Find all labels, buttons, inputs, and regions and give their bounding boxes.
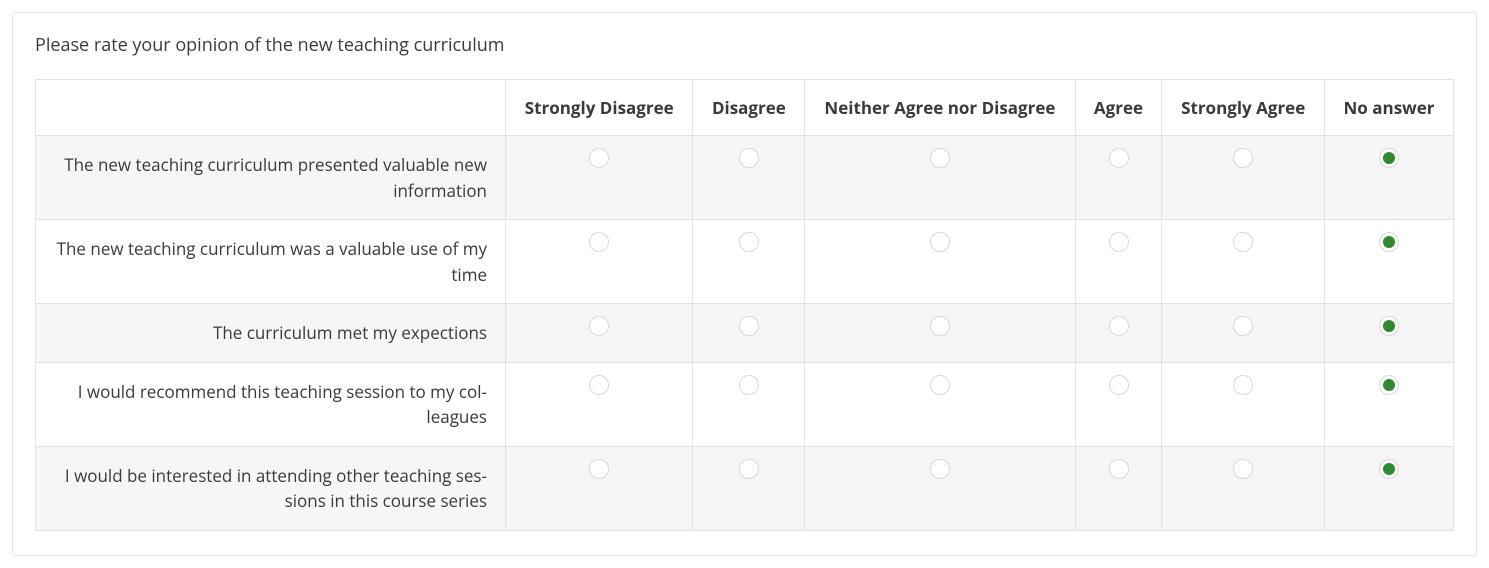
matrix-cell	[1075, 136, 1162, 220]
radio-option[interactable]	[589, 316, 609, 336]
matrix-cell	[1075, 220, 1162, 304]
radio-option[interactable]	[739, 459, 759, 479]
radio-option[interactable]	[589, 232, 609, 252]
radio-option[interactable]	[1233, 148, 1253, 168]
radio-option[interactable]	[739, 375, 759, 395]
radio-option[interactable]	[739, 316, 759, 336]
matrix-row: I would recommend this teaching session …	[36, 362, 1454, 446]
matrix-cell	[693, 446, 805, 530]
radio-option[interactable]	[930, 375, 950, 395]
row-label: The new teaching curriculum was a valuab…	[36, 220, 506, 304]
question-title: Please rate your opinion of the new teac…	[35, 33, 1454, 57]
radio-option[interactable]	[1233, 316, 1253, 336]
matrix-cell	[805, 362, 1075, 446]
matrix-cell	[805, 304, 1075, 363]
radio-option[interactable]	[1109, 459, 1129, 479]
radio-option[interactable]	[1233, 232, 1253, 252]
matrix-row: The curriculum met my expections	[36, 304, 1454, 363]
matrix-cell	[1324, 446, 1453, 530]
radio-option[interactable]	[1109, 148, 1129, 168]
radio-option[interactable]	[930, 316, 950, 336]
matrix-row: The new teaching curriculum was a valuab…	[36, 220, 1454, 304]
radio-option[interactable]	[1233, 459, 1253, 479]
matrix-row: The new teaching curriculum presented va…	[36, 136, 1454, 220]
matrix-cell	[1075, 362, 1162, 446]
radio-option[interactable]	[1233, 375, 1253, 395]
matrix-cell	[805, 446, 1075, 530]
likert-matrix: Strongly Disagree Disagree Neither Agree…	[35, 79, 1454, 531]
matrix-cell	[1162, 362, 1325, 446]
radio-option[interactable]	[1379, 375, 1399, 395]
radio-option[interactable]	[1109, 232, 1129, 252]
matrix-cell	[1162, 136, 1325, 220]
matrix-cell	[1075, 446, 1162, 530]
radio-option[interactable]	[1109, 375, 1129, 395]
row-label: I would be interested in attending other…	[36, 446, 506, 530]
matrix-cell	[1162, 220, 1325, 304]
scale-header-disagree: Disagree	[693, 80, 805, 136]
matrix-row: I would be interested in attending other…	[36, 446, 1454, 530]
radio-option[interactable]	[589, 148, 609, 168]
matrix-cell	[506, 136, 693, 220]
matrix-cell	[506, 304, 693, 363]
radio-option[interactable]	[1379, 232, 1399, 252]
radio-option[interactable]	[589, 459, 609, 479]
radio-option[interactable]	[930, 232, 950, 252]
scale-header-neither: Neither Agree nor Disagree	[805, 80, 1075, 136]
matrix-cell	[1324, 220, 1453, 304]
radio-option[interactable]	[1379, 316, 1399, 336]
matrix-cell	[693, 220, 805, 304]
radio-option[interactable]	[589, 375, 609, 395]
row-label: The new teaching curriculum presented va…	[36, 136, 506, 220]
matrix-cell	[1324, 304, 1453, 363]
matrix-cell	[1324, 362, 1453, 446]
matrix-cell	[506, 220, 693, 304]
scale-header-strongly-disagree: Strongly Disagree	[506, 80, 693, 136]
matrix-cell	[1075, 304, 1162, 363]
radio-option[interactable]	[739, 232, 759, 252]
row-label: I would recommend this teaching session …	[36, 362, 506, 446]
matrix-corner-blank	[36, 80, 506, 136]
scale-header-no-answer: No answer	[1324, 80, 1453, 136]
matrix-cell	[506, 362, 693, 446]
matrix-body: The new teaching curriculum presented va…	[36, 136, 1454, 531]
radio-option[interactable]	[1379, 148, 1399, 168]
radio-option[interactable]	[1109, 316, 1129, 336]
radio-option[interactable]	[930, 148, 950, 168]
radio-option[interactable]	[739, 148, 759, 168]
survey-question-card: Please rate your opinion of the new teac…	[12, 12, 1477, 556]
matrix-cell	[805, 220, 1075, 304]
matrix-cell	[805, 136, 1075, 220]
scale-header-strongly-agree: Strongly Agree	[1162, 80, 1325, 136]
matrix-cell	[693, 362, 805, 446]
matrix-cell	[1324, 136, 1453, 220]
row-label: The curriculum met my expections	[36, 304, 506, 363]
matrix-cell	[1162, 446, 1325, 530]
matrix-cell	[1162, 304, 1325, 363]
radio-option[interactable]	[1379, 459, 1399, 479]
matrix-cell	[693, 136, 805, 220]
radio-option[interactable]	[930, 459, 950, 479]
matrix-cell	[506, 446, 693, 530]
matrix-cell	[693, 304, 805, 363]
scale-header-agree: Agree	[1075, 80, 1162, 136]
